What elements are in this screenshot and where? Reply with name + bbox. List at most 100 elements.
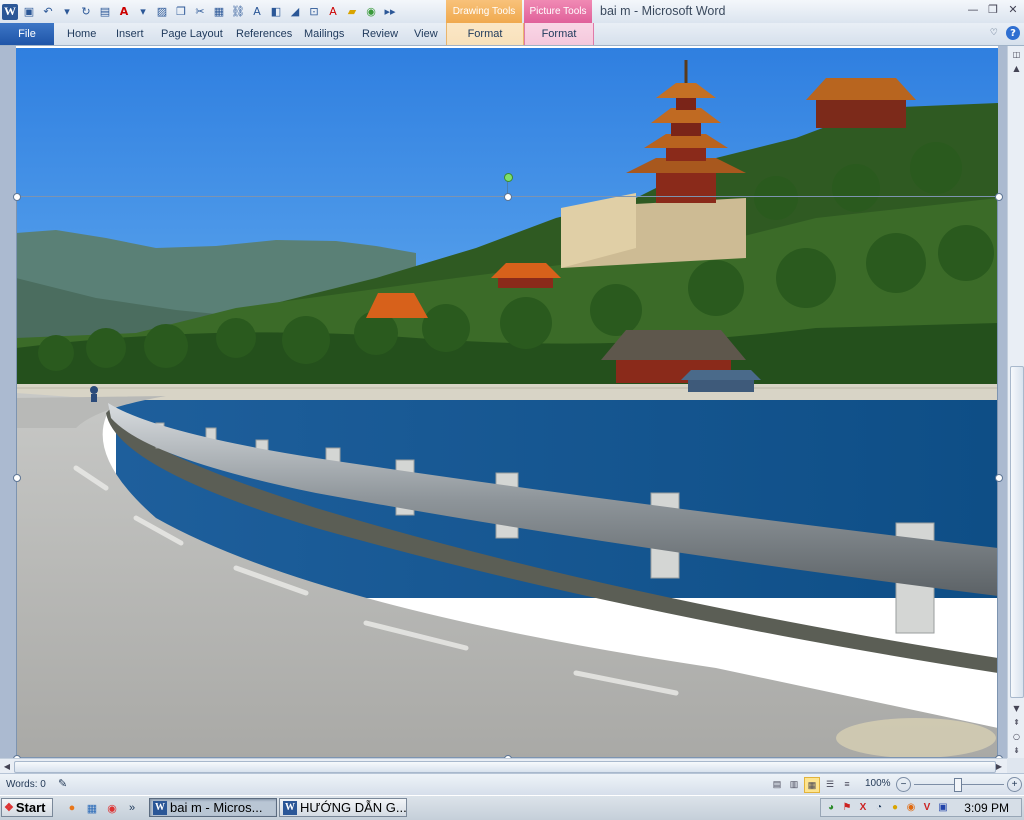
horizontal-scroll-thumb[interactable]	[14, 761, 996, 773]
clock[interactable]: 3:09 PM	[964, 801, 1009, 815]
style-icon[interactable]: A	[249, 4, 265, 20]
display-tray-icon[interactable]: ▣	[936, 800, 950, 814]
window-title: bai m - Microsoft Word	[600, 4, 726, 18]
undo-icon[interactable]: ↶	[40, 4, 56, 20]
browse-object-icon[interactable]: ○	[1010, 730, 1023, 742]
tab-review[interactable]: Review	[362, 23, 398, 45]
vertical-scrollbar[interactable]: ◫ ▲ ▼ ⇞ ○ ⇟	[1007, 46, 1024, 758]
start-label: Start	[15, 800, 46, 815]
firefox-icon[interactable]: ●	[64, 800, 80, 816]
tab-drawing-format[interactable]: Format	[446, 23, 524, 45]
proofing-icon[interactable]: ✎	[58, 777, 74, 791]
help-icon[interactable]: ?	[1006, 26, 1020, 40]
group-icon[interactable]: ⊡	[306, 4, 322, 20]
ribbon-tab-bar: File Home Insert Page Layout References …	[0, 23, 1024, 46]
link-icon[interactable]: ⛓	[230, 4, 246, 20]
picture-tools-header: Picture Tools	[524, 0, 592, 23]
quick-access-toolbar: W ▣ ↶ ▾ ↻ ▤ A ▾ ▨ ❐ ✂ ▦ ⛓ A ◧ ◢ ⊡ A ▰ ◉ …	[0, 0, 398, 23]
word-app-icon[interactable]: W	[2, 3, 18, 20]
resize-handle-left[interactable]	[13, 474, 21, 482]
zoom-out-icon[interactable]: −	[896, 777, 911, 792]
word-count[interactable]: Words: 0	[6, 779, 46, 790]
resize-handle-right[interactable]	[995, 474, 1003, 482]
vertical-scroll-thumb[interactable]	[1010, 366, 1024, 698]
word-icon: W	[153, 800, 167, 815]
drawing-tools-header: Drawing Tools	[446, 0, 522, 23]
resize-handle-top-left[interactable]	[13, 193, 21, 201]
resize-handle-top-right[interactable]	[995, 193, 1003, 201]
status-bar: Words: 0 ✎ ▤ ▥ ▦ ☰ ≡ 100% − +	[0, 773, 1024, 796]
dropdown-icon[interactable]: ▾	[135, 4, 151, 20]
av-tray-icon[interactable]: ◉	[904, 800, 918, 814]
resize-handle-top[interactable]	[504, 193, 512, 201]
quick-launch: ● ▦ ◉ »	[64, 800, 140, 816]
ribbon-right-controls: ♡ ?	[990, 26, 1020, 40]
network-icon[interactable]: ▦	[84, 800, 100, 816]
print-layout-icon[interactable]: ▤	[770, 777, 784, 791]
minimize-ribbon-icon[interactable]: ♡	[990, 28, 998, 38]
tab-view[interactable]: View	[414, 23, 438, 45]
scroll-down-icon[interactable]: ▼	[1010, 702, 1023, 714]
open-icon[interactable]: ▰	[344, 4, 360, 20]
tab-file[interactable]: File	[0, 23, 54, 45]
title-bar: W ▣ ↶ ▾ ↻ ▤ A ▾ ▨ ❐ ✂ ▦ ⛓ A ◧ ◢ ⊡ A ▰ ◉ …	[0, 0, 1024, 24]
security-tray-icon[interactable]: ●	[888, 800, 902, 814]
scroll-left-icon[interactable]: ◀	[1, 760, 13, 772]
previous-page-icon[interactable]: ⇞	[1010, 716, 1023, 728]
full-screen-reading-icon[interactable]: ▥	[787, 777, 801, 791]
table-icon[interactable]: ▦	[211, 4, 227, 20]
flag-tray-icon[interactable]: ⚑	[840, 800, 854, 814]
outline-icon[interactable]: ☰	[823, 777, 837, 791]
minimize-icon[interactable]: —	[966, 2, 980, 16]
rotation-handle[interactable]	[504, 173, 513, 182]
ruler-toggle-icon[interactable]: ◫	[1010, 48, 1023, 60]
word-icon: W	[283, 800, 297, 815]
chrome-icon[interactable]: ◉	[104, 800, 120, 816]
more-icon[interactable]: ▸▸	[382, 4, 398, 20]
unikey-tray-icon[interactable]: X	[856, 800, 870, 814]
more-quick-launch-icon[interactable]: »	[124, 800, 140, 816]
web-layout-icon[interactable]: ▦	[804, 777, 820, 793]
tab-home[interactable]: Home	[67, 23, 96, 45]
picture-icon[interactable]: ▤	[97, 4, 113, 20]
network-tray-icon[interactable]: ◕	[824, 800, 838, 814]
v-tray-icon[interactable]: V	[920, 800, 934, 814]
taskbar: ❖ Start ● ▦ ◉ » W bai m - Micros... W HƯ…	[0, 795, 1024, 820]
next-page-icon[interactable]: ⇟	[1010, 744, 1023, 756]
zoom-level[interactable]: 100%	[865, 778, 891, 789]
horizontal-scrollbar[interactable]: ◀ ▶	[0, 758, 1007, 774]
system-tray: ◕ ⚑ X ◔ ● ◉ V ▣ 3:09 PM	[820, 798, 1022, 817]
cut-icon[interactable]: ✂	[192, 4, 208, 20]
close-icon[interactable]: ✕	[1006, 2, 1020, 16]
image-selection-box	[16, 196, 998, 758]
zoom-slider-thumb[interactable]	[954, 778, 962, 792]
font-color-icon[interactable]: A	[116, 4, 132, 20]
taskbar-item-label: bai m - Micros...	[170, 800, 263, 815]
tab-mailings[interactable]: Mailings	[304, 23, 344, 45]
taskbar-item-word-bai-m[interactable]: W bai m - Micros...	[149, 798, 277, 817]
zoom-in-icon[interactable]: +	[1007, 777, 1022, 792]
draft-icon[interactable]: ≡	[840, 777, 854, 791]
redo-icon[interactable]: ↻	[78, 4, 94, 20]
taskbar-item-word-huong-dan[interactable]: W HƯỚNG DẪN G...	[279, 798, 407, 817]
text-color-icon[interactable]: A	[325, 4, 341, 20]
volume-tray-icon[interactable]: ◔	[872, 800, 886, 814]
tab-insert[interactable]: Insert	[116, 23, 144, 45]
tray-icons: ◕ ⚑ X ◔ ● ◉ V ▣	[824, 800, 950, 814]
insert-image-icon[interactable]: ▨	[154, 4, 170, 20]
shape-icon[interactable]: ◢	[287, 4, 303, 20]
tab-page-layout[interactable]: Page Layout	[161, 23, 223, 45]
globe-icon[interactable]: ◉	[363, 4, 379, 20]
scroll-up-icon[interactable]: ▲	[1010, 62, 1023, 74]
tab-references[interactable]: References	[236, 23, 292, 45]
copy-icon[interactable]: ❐	[173, 4, 189, 20]
windows-flag-icon: ❖	[4, 802, 14, 814]
align-icon[interactable]: ◧	[268, 4, 284, 20]
tab-picture-format[interactable]: Format	[524, 23, 594, 45]
dropdown-icon[interactable]: ▾	[59, 4, 75, 20]
restore-icon[interactable]: ❐	[986, 2, 1000, 16]
scroll-right-icon[interactable]: ▶	[993, 760, 1005, 772]
start-button[interactable]: ❖ Start	[1, 798, 53, 817]
save-icon[interactable]: ▣	[21, 4, 37, 20]
view-buttons: ▤ ▥ ▦ ☰ ≡	[770, 777, 854, 793]
